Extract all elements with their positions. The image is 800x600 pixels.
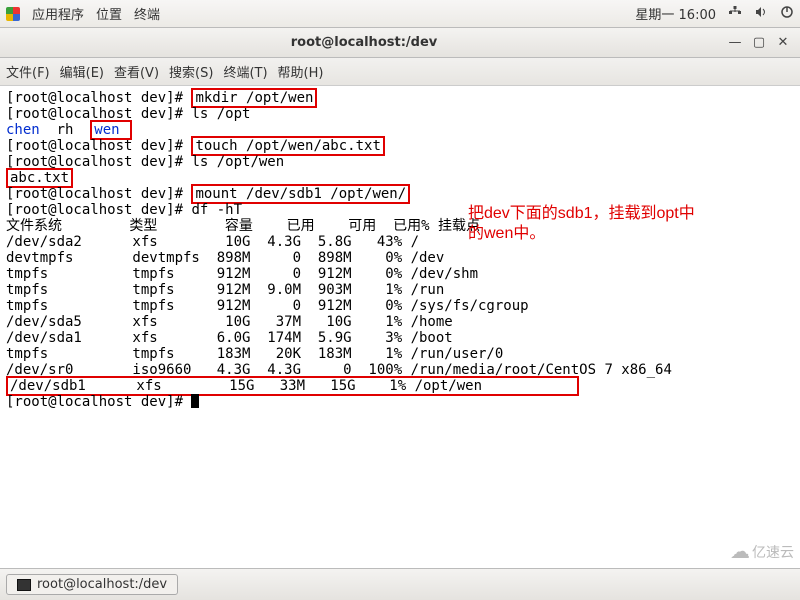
prompt: [root@localhost dev]#	[6, 186, 191, 202]
menu-edit[interactable]: 编辑(E)	[60, 62, 104, 81]
top-menu-terminal[interactable]: 终端	[134, 4, 160, 23]
watermark-text: 亿速云	[752, 542, 794, 562]
cmd-ls-wen: ls /opt/wen	[191, 154, 284, 170]
menu-help[interactable]: 帮助(H)	[278, 62, 324, 81]
df-row: /dev/sda1 xfs 6.0G 174M 5.9G 3% /boot	[6, 330, 453, 346]
power-icon[interactable]	[780, 5, 794, 23]
cloud-icon: ☁	[730, 539, 750, 564]
cmd-df: df -hT	[191, 202, 242, 218]
df-header: 文件系统 类型 容量 已用 可用 已用% 挂载点	[6, 218, 480, 234]
terminal-icon	[17, 579, 31, 591]
top-menu-places[interactable]: 位置	[96, 4, 122, 23]
gnome-top-bar: 应用程序 位置 终端 星期一 16:00	[0, 0, 800, 28]
taskbar: root@localhost:/dev	[0, 568, 800, 600]
taskbar-item-terminal[interactable]: root@localhost:/dev	[6, 574, 178, 595]
cmd-mount: mount /dev/sdb1 /opt/wen/	[191, 184, 410, 204]
terminal-output[interactable]: [root@localhost dev]# mkdir /opt/wen [ro…	[0, 86, 800, 538]
menu-file[interactable]: 文件(F)	[6, 62, 50, 81]
df-row: /dev/sda5 xfs 10G 37M 10G 1% /home	[6, 314, 453, 330]
df-row: /dev/sda2 xfs 10G 4.3G 5.8G 43% /	[6, 234, 419, 250]
minimize-button[interactable]: —	[726, 34, 744, 52]
watermark: ☁ 亿速云	[730, 539, 794, 564]
terminal-cursor	[191, 394, 199, 408]
clock[interactable]: 星期一 16:00	[635, 4, 716, 23]
top-menu-apps[interactable]: 应用程序	[32, 4, 84, 23]
df-row: tmpfs tmpfs 912M 0 912M 0% /dev/shm	[6, 266, 478, 282]
df-row: tmpfs tmpfs 912M 9.0M 903M 1% /run	[6, 282, 444, 298]
menu-terminal[interactable]: 终端(T)	[223, 62, 267, 81]
file-abc: abc.txt	[6, 168, 73, 188]
dir-rh: rh	[40, 122, 91, 138]
annotation: 把dev下面的sdb1，挂载到opt中的wen中。	[468, 204, 695, 244]
network-icon[interactable]	[728, 5, 742, 23]
df-row-highlight: /dev/sdb1 xfs 15G 33M 15G 1% /opt/wen	[6, 376, 579, 396]
close-button[interactable]: ✕	[774, 34, 792, 52]
cmd-touch: touch /opt/wen/abc.txt	[191, 136, 384, 156]
annotation-line2: 的wen中。	[468, 224, 695, 244]
df-row: tmpfs tmpfs 912M 0 912M 0% /sys/fs/cgrou…	[6, 298, 529, 314]
prompt: [root@localhost dev]#	[6, 90, 191, 106]
prompt: [root@localhost dev]#	[6, 394, 191, 410]
dir-chen: chen	[6, 122, 40, 138]
cmd-mkdir: mkdir /opt/wen	[191, 88, 317, 108]
df-row: devtmpfs devtmpfs 898M 0 898M 0% /dev	[6, 250, 444, 266]
df-row: tmpfs tmpfs 183M 20K 183M 1% /run/user/0	[6, 346, 503, 362]
volume-icon[interactable]	[754, 5, 768, 23]
prompt: [root@localhost dev]#	[6, 138, 191, 154]
app-menubar: 文件(F) 编辑(E) 查看(V) 搜索(S) 终端(T) 帮助(H)	[0, 58, 800, 86]
maximize-button[interactable]: ▢	[750, 34, 768, 52]
taskbar-item-label: root@localhost:/dev	[37, 577, 167, 592]
window-title: root@localhost:/dev	[8, 35, 720, 50]
dir-wen: wen	[90, 120, 132, 140]
annotation-line1: 把dev下面的sdb1，挂载到opt中	[468, 204, 695, 224]
prompt: [root@localhost dev]#	[6, 202, 191, 218]
gnome-logo-icon	[6, 7, 20, 21]
window-titlebar[interactable]: root@localhost:/dev — ▢ ✕	[0, 28, 800, 58]
menu-view[interactable]: 查看(V)	[114, 62, 159, 81]
menu-search[interactable]: 搜索(S)	[169, 62, 213, 81]
cmd-ls-opt: ls /opt	[191, 106, 250, 122]
